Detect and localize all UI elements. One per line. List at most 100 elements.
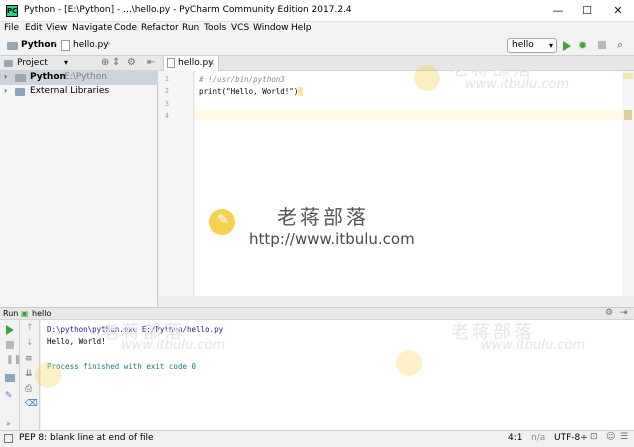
breadcrumb-file[interactable]: hello.py <box>73 40 109 50</box>
menu-tools[interactable]: Tools <box>204 23 226 33</box>
crosshair-icon[interactable]: ⊕ <box>101 57 109 68</box>
scroll-end-icon[interactable]: ⇊ <box>25 369 33 379</box>
chevron-right-icon[interactable]: › <box>4 86 7 95</box>
menu-refactor[interactable]: Refactor <box>141 23 179 33</box>
watermark-faint-url: www.itbulu.com <box>481 338 586 353</box>
run-toolbar: ❚❚ ✎ » <box>0 320 21 430</box>
menu-help[interactable]: Help <box>291 23 312 33</box>
debug-bug-icon[interactable]: ✹ <box>578 39 587 52</box>
python-file-icon <box>61 40 70 51</box>
code-editor[interactable]: # !/usr/bin/python3 print("Hello, World!… <box>195 59 622 296</box>
hide-panel-icon[interactable]: ⇥ <box>620 308 628 318</box>
chevron-right-icon[interactable]: › <box>4 72 7 81</box>
python-run-icon: ▣ <box>21 309 29 318</box>
folder-icon <box>15 74 26 82</box>
line-number: 2 <box>164 87 169 95</box>
inspector-icon[interactable]: ☺ <box>606 432 615 442</box>
line-separator[interactable]: n/a <box>531 433 545 443</box>
minimize-button[interactable]: — <box>543 0 573 22</box>
run-config-selector[interactable]: hello ▾ <box>507 38 557 53</box>
menu-file[interactable]: File <box>4 23 19 33</box>
tab-hello-py[interactable]: hello.py × <box>163 56 219 71</box>
close-button[interactable]: ✕ <box>603 0 633 22</box>
run-panel-header: Run ▣ hello ⚙ ⇥ <box>0 307 634 320</box>
run-panel-label: Run <box>3 309 19 318</box>
collapse-icon[interactable]: ⇕ <box>112 57 120 68</box>
trash-icon[interactable]: ⌫ <box>25 399 38 409</box>
pycharm-app-icon: PC <box>6 5 18 17</box>
console-exit-line: Process finished with exit code 0 <box>47 362 197 371</box>
search-icon[interactable]: ⌕ <box>617 38 623 52</box>
chevron-right-icon: › <box>53 39 57 49</box>
watermark-logo-icon: ✎ <box>209 209 235 235</box>
folder-icon <box>7 42 18 50</box>
watermark-logo-icon <box>414 65 440 91</box>
library-icon <box>15 88 25 96</box>
menu-run[interactable]: Run <box>182 23 199 33</box>
menu-navigate[interactable]: Navigate <box>72 23 112 33</box>
menu-bar: File Edit View Navigate Code Refactor Ru… <box>0 22 634 36</box>
close-tab-icon[interactable]: × <box>207 56 215 71</box>
tree-item-label: External Libraries <box>30 86 110 96</box>
tree-item-python[interactable]: › Python E:\Python <box>0 71 158 85</box>
layout-icon[interactable] <box>5 374 15 382</box>
project-view-label[interactable]: Project <box>17 58 48 68</box>
soft-wrap-icon[interactable]: ≡ <box>25 354 33 364</box>
folder-icon <box>4 60 13 67</box>
project-panel-header: Project ▾ ⊕ ⇕ ⚙ ⇤ <box>0 56 158 71</box>
pin-icon[interactable]: ✎ <box>5 391 13 401</box>
run-config-label: hello <box>512 40 534 50</box>
line-number: 3 <box>164 100 169 108</box>
error-stripe-marker[interactable] <box>623 73 633 79</box>
line-number-gutter: 1 2 3 4 <box>159 71 194 296</box>
watermark-url: http://www.itbulu.com <box>249 230 415 248</box>
window-title: Python - [E:\Python] - ...\hello.py - Py… <box>24 5 352 15</box>
code-line-2-text: print("Hello, World!") <box>199 87 299 96</box>
editor-error-stripe[interactable] <box>622 71 634 296</box>
menu-code[interactable]: Code <box>114 23 137 33</box>
watermark-logo-icon <box>396 350 422 376</box>
gear-icon[interactable]: ⚙ <box>605 308 613 318</box>
menu-edit[interactable]: Edit <box>25 23 42 33</box>
arrow-up-icon[interactable]: ↑ <box>26 323 34 333</box>
lock-icon[interactable]: ⊡ <box>590 432 598 442</box>
maximize-button[interactable]: ☐ <box>572 0 602 22</box>
status-message: PEP 8: blank line at end of file <box>19 433 154 443</box>
expand-icon[interactable]: » <box>6 419 11 428</box>
run-play-icon[interactable] <box>563 41 571 51</box>
print-icon[interactable]: ⎙ <box>25 384 32 394</box>
watermark-logo-icon <box>35 362 61 388</box>
project-tool-window: Project ▾ ⊕ ⇕ ⚙ ⇤ › Python E:\Python › E… <box>0 56 158 307</box>
hide-panel-icon[interactable]: ⇤ <box>147 57 155 68</box>
gear-icon[interactable]: ⚙ <box>127 57 136 68</box>
pencil-icon: ✎ <box>217 212 229 228</box>
stop-icon[interactable] <box>6 341 14 349</box>
chevron-down-icon[interactable]: ▾ <box>64 58 68 67</box>
line-number: 4 <box>164 112 169 120</box>
watermark-faint-url: www.itbulu.com <box>121 338 226 353</box>
tree-item-external-libraries[interactable]: › External Libraries <box>0 85 158 99</box>
breadcrumb-project[interactable]: Python <box>21 40 57 50</box>
pause-icon[interactable]: ❚❚ <box>6 355 21 365</box>
menu-view[interactable]: View <box>46 23 67 33</box>
menu-window[interactable]: Window <box>253 23 289 33</box>
watermark-faint-url: www.itbulu.com <box>465 77 570 92</box>
menu-vcs[interactable]: VCS <box>231 23 249 33</box>
tree-item-label: Python <box>30 72 66 82</box>
current-line-highlight <box>195 110 622 120</box>
stop-icon[interactable] <box>598 41 606 49</box>
arrow-down-icon[interactable]: ↓ <box>26 338 34 348</box>
error-stripe-marker[interactable] <box>624 110 632 120</box>
file-encoding[interactable]: UTF-8÷ <box>554 433 588 443</box>
run-config-tab[interactable]: hello <box>32 309 51 318</box>
caret-position[interactable]: 4:1 <box>508 433 522 443</box>
tree-item-path: E:\Python <box>64 72 107 82</box>
run-console[interactable]: D:\python\python.exe E:/Python/hello.py … <box>35 320 634 430</box>
console-output-line: Hello, World! <box>47 337 106 346</box>
event-log-icon[interactable]: ☰ <box>620 432 628 442</box>
code-line-2: print("Hello, World!") <box>199 87 303 96</box>
line-number: 1 <box>164 75 169 83</box>
tool-windows-icon[interactable] <box>4 434 13 443</box>
chevron-right-icon: › <box>107 39 111 49</box>
rerun-play-icon[interactable] <box>6 325 14 335</box>
